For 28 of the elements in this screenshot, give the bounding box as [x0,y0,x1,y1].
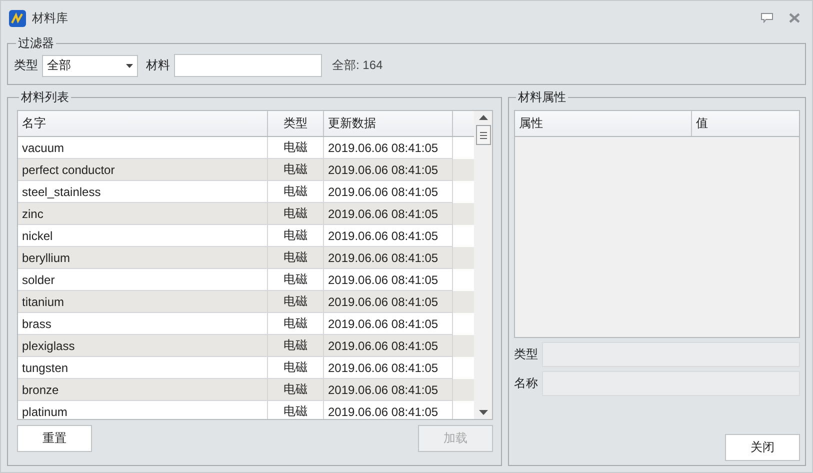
group-title: 过滤器 [17,35,55,52]
type-label: 类型 [14,57,38,74]
material-field[interactable] [174,54,322,77]
column-header[interactable]: 值 [692,111,799,136]
table-cell: platinum [18,401,268,419]
app-icon [9,10,26,26]
type-label: 类型 [514,346,538,363]
name-label: 名称 [514,375,538,392]
material-label: 材料 [146,57,170,74]
table-cell: 电磁 [268,401,324,419]
group-title: 材料属性 [517,89,567,106]
column-header[interactable]: 名字 [18,111,268,136]
comment-icon[interactable] [761,13,773,23]
column-header[interactable]: 更新数据 [324,111,453,136]
close-icon[interactable] [789,13,800,23]
action-button[interactable]: 重置 [17,425,92,452]
table-cell: 2019.06.06 08:41:05 [324,401,453,419]
group-title: 材料列表 [20,89,70,106]
scroll-thumb[interactable] [476,125,490,145]
close-button[interactable]: 关闭 [725,434,800,461]
type-dropdown[interactable]: 全部 [42,54,138,76]
count-label: 全部: 164 [332,57,383,74]
caret-icon [126,64,133,68]
scroll-up-icon[interactable] [478,115,488,120]
column-header[interactable]: 类型 [268,111,324,136]
scroll-down-icon[interactable] [478,410,488,415]
window-title: 材料库 [32,10,68,26]
column-header[interactable]: 属性 [515,111,692,136]
